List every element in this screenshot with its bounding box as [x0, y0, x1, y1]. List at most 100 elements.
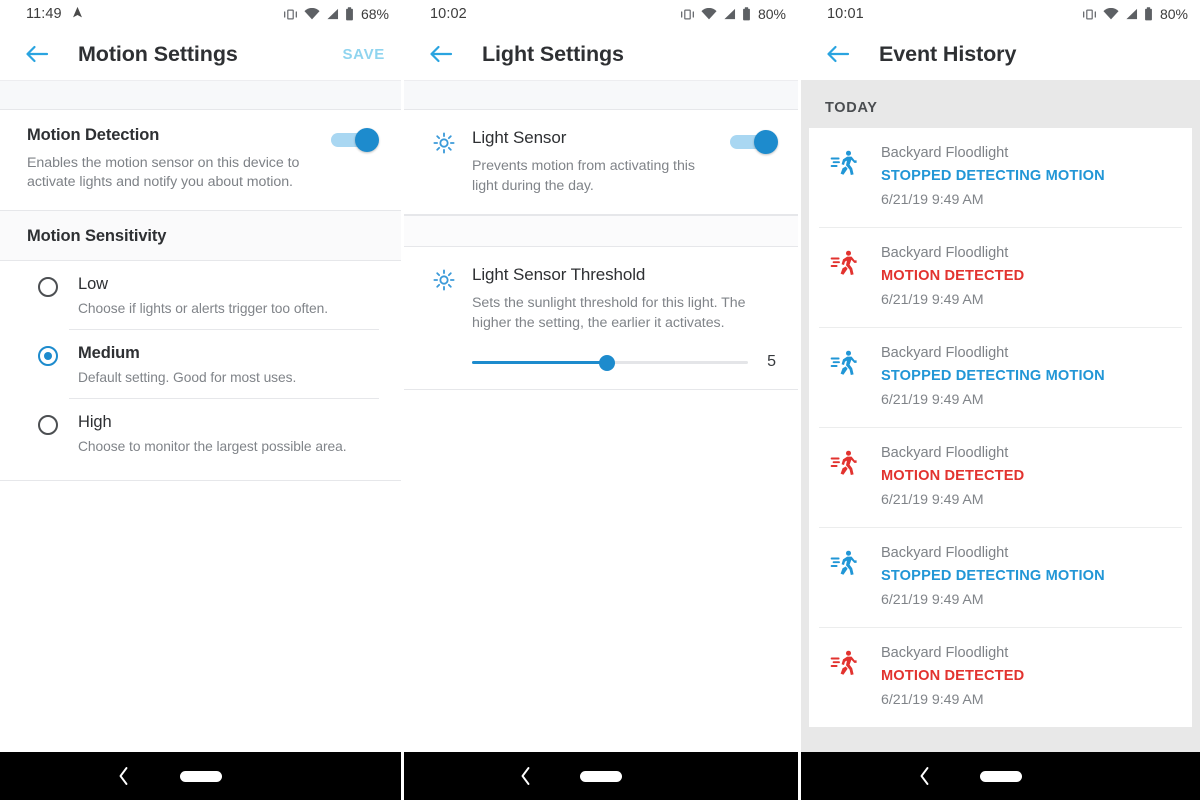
- signal-icon: [1125, 8, 1138, 20]
- page-title: Motion Settings: [78, 41, 238, 66]
- app-bar: Light Settings: [404, 28, 798, 80]
- event-status: STOPPED DETECTING MOTION: [881, 368, 1105, 384]
- motion-detected-icon: [829, 247, 859, 277]
- event-timestamp: 6/21/19 9:49 AM: [881, 492, 984, 508]
- motion-detection-title: Motion Detection: [27, 126, 160, 144]
- event-history-content: TODAY Backyard Floodlight STOPPED DETECT…: [801, 80, 1200, 752]
- motion-sensitivity-title: Motion Sensitivity: [27, 227, 167, 245]
- status-bar: 10:01 80%: [801, 0, 1200, 28]
- android-nav-bar: [404, 752, 798, 800]
- light-sensor-threshold-description: Sets the sunlight threshold for this lig…: [472, 295, 746, 331]
- divider: [0, 480, 401, 481]
- battery-icon: [345, 7, 354, 21]
- nav-back-icon[interactable]: [520, 766, 533, 786]
- app-bar: Motion Settings SAVE: [0, 28, 401, 80]
- page-title: Light Settings: [482, 41, 624, 66]
- radio-option-low[interactable]: Low Choose if lights or alerts trigger t…: [0, 261, 401, 329]
- radio-label-medium: Medium: [78, 344, 140, 362]
- event-row[interactable]: Backyard Floodlight MOTION DETECTED 6/21…: [809, 228, 1192, 327]
- event-list-scroll[interactable]: TODAY Backyard Floodlight STOPPED DETECT…: [801, 80, 1200, 752]
- phone-screen-event-history: 10:01 80% Event History TODAY Backyard F…: [801, 0, 1200, 800]
- motion-sensitivity-header: Motion Sensitivity: [0, 211, 401, 261]
- threshold-slider[interactable]: [472, 353, 748, 371]
- event-timestamp: 6/21/19 9:49 AM: [881, 592, 984, 608]
- back-arrow-icon[interactable]: [428, 41, 454, 67]
- radio-ring-medium: [38, 346, 58, 366]
- event-timestamp: 6/21/19 9:49 AM: [881, 192, 984, 208]
- battery-icon: [742, 7, 751, 21]
- nav-home-pill[interactable]: [580, 770, 622, 782]
- three-phone-screenshots: 11:49 68% Motion Settings SAVE Motion De…: [0, 0, 1200, 800]
- status-time: 10:02: [430, 6, 467, 22]
- light-sensor-threshold-row[interactable]: Light Sensor Threshold Sets the sunlight…: [404, 247, 798, 389]
- slider-thumb[interactable]: [599, 355, 616, 371]
- light-sensor-toggle[interactable]: [728, 130, 778, 154]
- event-device-name: Backyard Floodlight: [881, 145, 1009, 161]
- motion-detection-description: Enables the motion sensor on this device…: [27, 155, 300, 190]
- battery-percent: 80%: [1159, 6, 1188, 22]
- signal-icon: [723, 8, 736, 20]
- back-arrow-icon[interactable]: [825, 41, 851, 67]
- light-sensor-description: Prevents motion from activating this lig…: [472, 158, 695, 194]
- radio-desc-high: Choose to monitor the largest possible a…: [78, 439, 347, 454]
- event-row[interactable]: Backyard Floodlight MOTION DETECTED 6/21…: [809, 428, 1192, 527]
- radio-label-high: High: [78, 413, 112, 431]
- light-sensor-row[interactable]: Light Sensor Prevents motion from activa…: [404, 110, 798, 214]
- toggle-thumb: [754, 130, 778, 154]
- top-spacer-band: [404, 80, 798, 110]
- section-header-today: TODAY: [809, 80, 1192, 128]
- event-device-name: Backyard Floodlight: [881, 445, 1009, 461]
- phone-screen-light-settings: 10:02 80% Light Settings Light Sensor Pr…: [404, 0, 798, 800]
- slider-fill: [472, 361, 608, 364]
- event-device-name: Backyard Floodlight: [881, 645, 1009, 661]
- nav-back-icon[interactable]: [918, 766, 931, 786]
- event-device-name: Backyard Floodlight: [881, 545, 1009, 561]
- status-bar: 11:49 68%: [0, 0, 401, 28]
- battery-percent: 80%: [757, 6, 786, 22]
- event-row[interactable]: Backyard Floodlight STOPPED DETECTING MO…: [809, 128, 1192, 227]
- nav-back-icon[interactable]: [118, 766, 131, 786]
- radio-desc-medium: Default setting. Good for most uses.: [78, 370, 297, 385]
- event-device-name: Backyard Floodlight: [881, 245, 1009, 261]
- status-time: 10:01: [827, 6, 864, 22]
- wifi-icon: [304, 8, 320, 20]
- event-row[interactable]: Backyard Floodlight MOTION DETECTED 6/21…: [809, 628, 1192, 727]
- motion-sensitivity-options: Low Choose if lights or alerts trigger t…: [0, 261, 401, 481]
- motion-stopped-icon: [829, 347, 859, 377]
- nav-home-pill[interactable]: [979, 770, 1022, 782]
- top-spacer-band: [0, 80, 401, 110]
- radio-option-high[interactable]: High Choose to monitor the largest possi…: [0, 399, 401, 467]
- battery-percent: 68%: [360, 6, 389, 22]
- event-row[interactable]: Backyard Floodlight STOPPED DETECTING MO…: [809, 328, 1192, 427]
- motion-stopped-icon: [829, 147, 859, 177]
- back-arrow-icon[interactable]: [24, 41, 50, 67]
- android-nav-bar: [0, 752, 401, 800]
- event-card: Backyard Floodlight STOPPED DETECTING MO…: [809, 128, 1192, 727]
- radio-option-medium[interactable]: Medium Default setting. Good for most us…: [0, 330, 401, 398]
- radio-ring-high: [38, 415, 58, 435]
- event-status: MOTION DETECTED: [881, 668, 1025, 684]
- event-row[interactable]: Backyard Floodlight STOPPED DETECTING MO…: [809, 528, 1192, 627]
- signal-icon: [326, 8, 339, 20]
- event-status: STOPPED DETECTING MOTION: [881, 168, 1105, 184]
- sun-icon: [430, 266, 458, 294]
- save-button[interactable]: SAVE: [342, 46, 385, 63]
- nav-home-pill[interactable]: [179, 770, 222, 782]
- event-device-name: Backyard Floodlight: [881, 345, 1009, 361]
- motion-detection-row[interactable]: Motion Detection Enables the motion sens…: [0, 110, 401, 210]
- motion-detection-toggle[interactable]: [329, 128, 379, 152]
- event-timestamp: 6/21/19 9:49 AM: [881, 292, 984, 308]
- wifi-icon: [1103, 8, 1119, 20]
- event-status: STOPPED DETECTING MOTION: [881, 568, 1105, 584]
- event-status: MOTION DETECTED: [881, 468, 1025, 484]
- event-timestamp: 6/21/19 9:49 AM: [881, 392, 984, 408]
- status-time: 11:49: [26, 6, 62, 22]
- wifi-icon: [701, 8, 717, 20]
- radio-label-low: Low: [78, 275, 108, 293]
- android-nav-bar: [801, 752, 1200, 800]
- vibrate-icon: [680, 8, 695, 21]
- light-settings-content: Light Sensor Prevents motion from activa…: [404, 80, 798, 752]
- page-title: Event History: [879, 41, 1017, 66]
- light-sensor-title: Light Sensor: [472, 128, 567, 147]
- motion-detected-icon: [829, 647, 859, 677]
